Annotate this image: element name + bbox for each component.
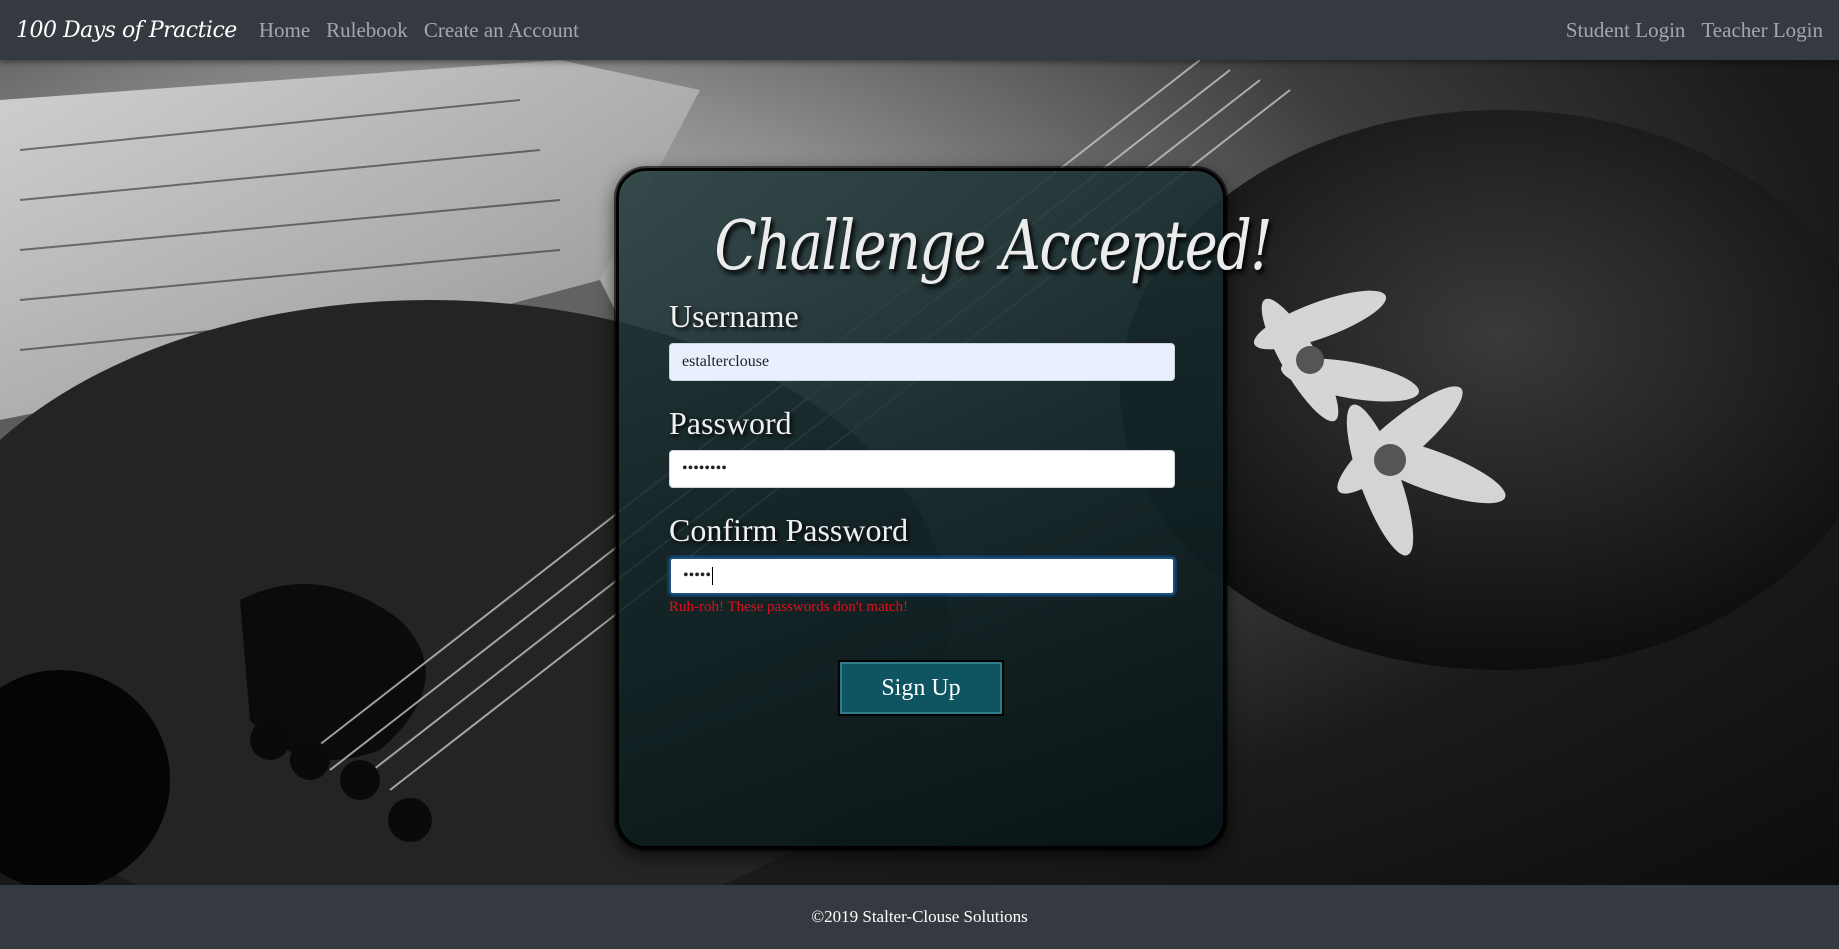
nav-create-account-link[interactable]: Create an Account (424, 18, 579, 43)
nav-teacher-login-link[interactable]: Teacher Login (1701, 18, 1823, 43)
top-navbar: 100 Days of Practice Home Rulebook Creat… (0, 0, 1839, 60)
username-label: Username (669, 298, 799, 334)
nav-student-login-link[interactable]: Student Login (1566, 18, 1686, 43)
submit-wrapper: Sign Up (669, 660, 1173, 716)
nav-right-group: Student Login Teacher Login (1550, 18, 1823, 43)
username-value: estalterclouse (682, 353, 770, 370)
password-label: Password (669, 405, 792, 441)
username-input[interactable]: estalterclouse (669, 343, 1175, 381)
signup-card: Challenge Accepted! Username estalterclo… (616, 168, 1273, 849)
sign-up-button[interactable]: Sign Up (838, 660, 1004, 716)
nav-rulebook-link[interactable]: Rulebook (326, 18, 408, 43)
password-value: •••••••• (682, 460, 727, 477)
password-input[interactable]: •••••••• (669, 450, 1175, 488)
confirm-password-label: Confirm Password (669, 512, 909, 548)
confirm-password-input[interactable]: ••••• (669, 557, 1175, 595)
text-caret (712, 567, 714, 585)
nav-home-link[interactable]: Home (259, 18, 310, 43)
brand-logo-link[interactable]: 100 Days of Practice (16, 18, 237, 43)
page-footer: ©2019 Stalter-Clouse Solutions (0, 885, 1839, 949)
confirm-password-value: ••••• (683, 567, 712, 584)
hero-background: Challenge Accepted! Username estalterclo… (0, 60, 1839, 885)
password-mismatch-error: Ruh-roh! These passwords don't match! (669, 599, 909, 615)
card-title: Challenge Accepted! (714, 207, 1272, 286)
footer-copyright: ©2019 Stalter-Clouse Solutions (811, 907, 1028, 926)
